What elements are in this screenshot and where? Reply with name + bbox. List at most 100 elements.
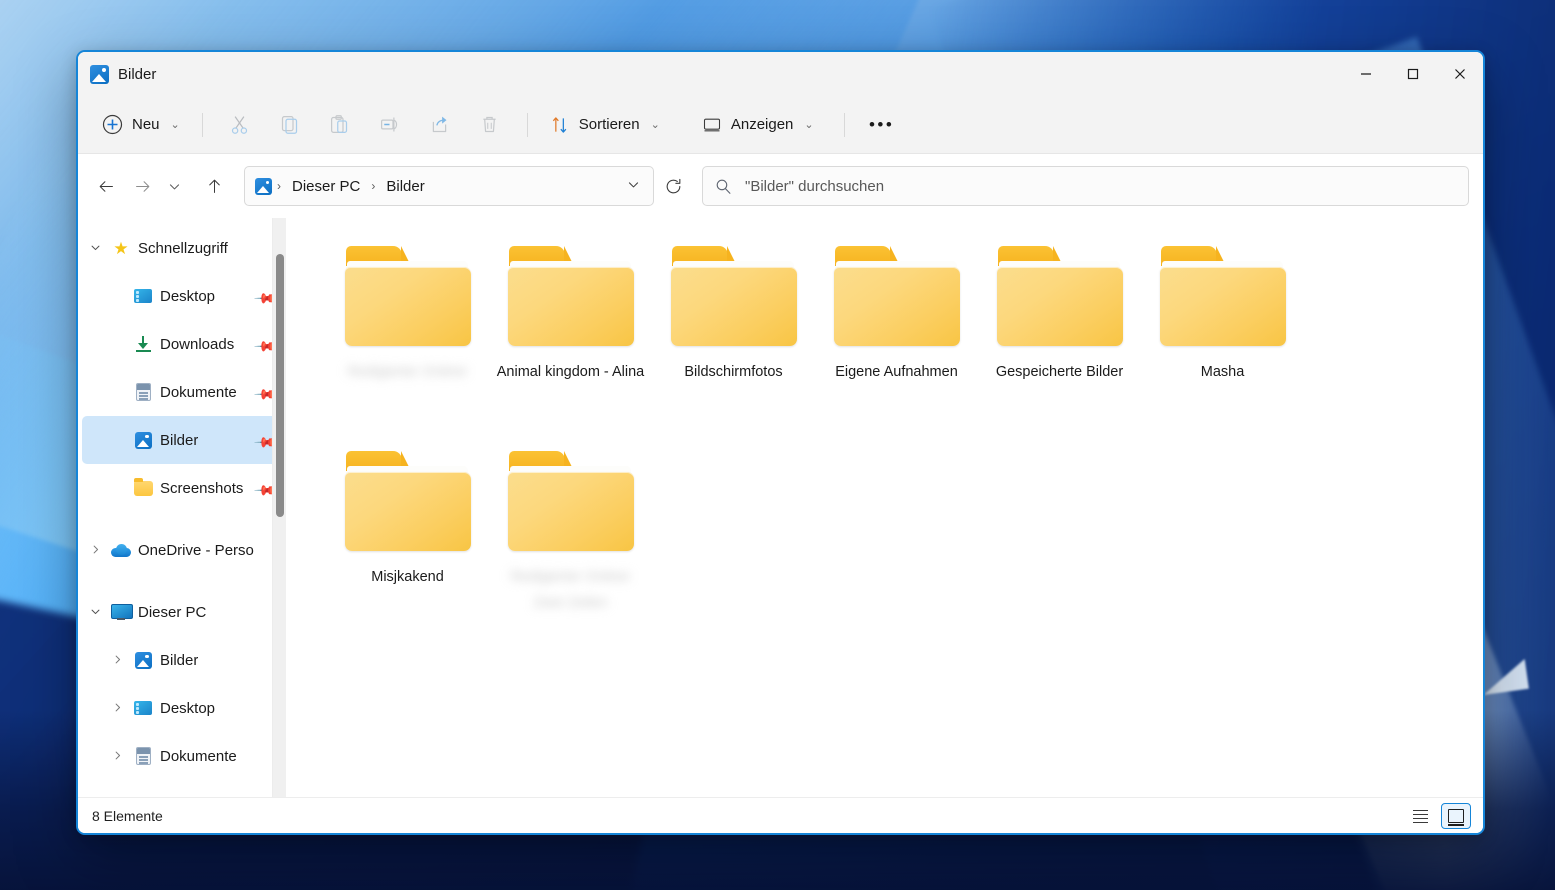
wallpaper-sail-shape bbox=[1479, 658, 1529, 696]
delete-button[interactable] bbox=[468, 107, 512, 143]
chevron-down-icon[interactable] bbox=[82, 606, 108, 619]
sort-button[interactable]: Sortieren ⌄ bbox=[540, 107, 670, 143]
status-bar: 8 Elemente bbox=[78, 797, 1483, 833]
forward-button[interactable] bbox=[124, 168, 160, 204]
folder-icon bbox=[507, 451, 635, 551]
download-icon bbox=[130, 336, 156, 352]
folder-item[interactable]: Masha bbox=[1141, 232, 1304, 437]
sidebar-item-downloads[interactable]: › Downloads 📌 bbox=[82, 320, 280, 368]
title-bar: Bilder bbox=[78, 52, 1483, 96]
window-controls bbox=[1342, 52, 1483, 96]
document-icon bbox=[130, 747, 156, 765]
cut-button[interactable] bbox=[218, 107, 262, 143]
spacer: › bbox=[104, 338, 130, 350]
up-button[interactable] bbox=[196, 168, 232, 204]
sidebar-item-dieser-pc[interactable]: Dieser PC bbox=[82, 588, 280, 636]
folder-item[interactable]: Redigierter Ordner Zwei Zeilen bbox=[489, 437, 652, 642]
arrow-right-icon bbox=[135, 180, 149, 192]
sidebar-item-label: Downloads bbox=[160, 335, 235, 353]
folder-icon bbox=[833, 246, 961, 346]
chevron-down-icon: ⌄ bbox=[650, 119, 660, 131]
folder-item[interactable]: Misjkakend bbox=[326, 437, 489, 642]
sidebar-item-onedrive[interactable]: OneDrive - Perso bbox=[82, 526, 280, 574]
onedrive-cloud-icon bbox=[108, 543, 134, 557]
sidebar-item-label: Desktop bbox=[160, 699, 216, 717]
maximize-button[interactable] bbox=[1389, 52, 1436, 96]
desktop-icon bbox=[130, 701, 156, 715]
share-button[interactable] bbox=[418, 107, 462, 143]
document-icon bbox=[130, 383, 156, 401]
address-bar[interactable]: › Dieser PC › Bilder bbox=[244, 166, 654, 206]
sidebar-item-pc-bilder[interactable]: Bilder bbox=[82, 636, 280, 684]
back-button[interactable] bbox=[88, 168, 124, 204]
sidebar-scrollbar[interactable] bbox=[272, 218, 286, 797]
chevron-right-icon[interactable] bbox=[104, 702, 130, 715]
folder-icon bbox=[1159, 246, 1287, 346]
rename-button[interactable] bbox=[368, 107, 412, 143]
folder-item[interactable]: Bildschirmfotos bbox=[652, 232, 815, 437]
folder-grid: Redigierter Ordner Animal kingdom - Alin… bbox=[326, 232, 1465, 642]
breadcrumb-separator: › bbox=[371, 179, 376, 193]
folder-icon bbox=[344, 451, 472, 551]
search-icon bbox=[716, 179, 731, 194]
copy-button[interactable] bbox=[268, 107, 312, 143]
folder-icon bbox=[344, 246, 472, 346]
search-box[interactable]: "Bilder" durchsuchen bbox=[702, 166, 1469, 206]
list-view-icon bbox=[1412, 809, 1428, 822]
folder-item[interactable]: Eigene Aufnahmen bbox=[815, 232, 978, 437]
file-explorer-window: Bilder Neu ⌄ Sortieren ⌄ Anzeigen ⌄ ••• … bbox=[76, 50, 1485, 835]
minimize-button[interactable] bbox=[1342, 52, 1389, 96]
breadcrumb-item-this-pc[interactable]: Dieser PC bbox=[286, 174, 366, 199]
folder-item[interactable]: Gespeicherte Bilder bbox=[978, 232, 1141, 437]
sidebar-item-schnellzugriff[interactable]: ★ Schnellzugriff bbox=[82, 224, 280, 272]
desktop-background: Bilder Neu ⌄ Sortieren ⌄ Anzeigen ⌄ ••• … bbox=[0, 0, 1555, 890]
navigation-sidebar: ★ Schnellzugriff › Desktop 📌 › Downloads… bbox=[78, 218, 286, 797]
sort-arrows-icon bbox=[552, 116, 567, 133]
sidebar-item-label: Bilder bbox=[160, 431, 199, 449]
sidebar-item-screenshots[interactable]: › Screenshots 📌 bbox=[82, 464, 280, 512]
sidebar-item-desktop[interactable]: › Desktop 📌 bbox=[82, 272, 280, 320]
file-list-area[interactable]: Redigierter Ordner Animal kingdom - Alin… bbox=[286, 218, 1483, 797]
close-button[interactable] bbox=[1436, 52, 1483, 96]
spacer: › bbox=[104, 290, 130, 302]
paste-button[interactable] bbox=[318, 107, 362, 143]
refresh-button[interactable] bbox=[656, 169, 690, 203]
large-icons-view-button[interactable] bbox=[1441, 802, 1471, 829]
sidebar-item-bilder[interactable]: › Bilder 📌 bbox=[82, 416, 280, 464]
large-icons-view-icon bbox=[1448, 808, 1464, 826]
desktop-icon bbox=[130, 289, 156, 303]
folder-label: Misjkakend bbox=[371, 569, 444, 585]
sidebar-item-label: Dokumente bbox=[160, 747, 237, 765]
more-dots-icon: ••• bbox=[868, 115, 895, 134]
folder-item[interactable]: Animal kingdom - Alina bbox=[489, 232, 652, 437]
recent-locations-button[interactable] bbox=[160, 168, 188, 204]
sidebar-scrollbar-thumb[interactable] bbox=[276, 254, 284, 517]
folder-item[interactable]: Redigierter Ordner bbox=[326, 232, 489, 437]
window-title: Bilder bbox=[118, 65, 157, 83]
more-options-button[interactable]: ••• bbox=[860, 107, 904, 143]
chevron-right-icon[interactable] bbox=[104, 654, 130, 667]
chevron-down-icon[interactable] bbox=[82, 242, 108, 255]
sidebar-item-pc-desktop[interactable]: Desktop bbox=[82, 684, 280, 732]
chevron-down-icon bbox=[169, 183, 179, 189]
sidebar-item-label: Dokumente bbox=[160, 383, 237, 401]
breadcrumb-item-pictures[interactable]: Bilder bbox=[380, 174, 430, 199]
address-dropdown-button[interactable] bbox=[620, 174, 647, 198]
monitor-icon bbox=[703, 118, 720, 131]
navigation-bar: › Dieser PC › Bilder "Bilder" durchsuche… bbox=[78, 154, 1483, 218]
chevron-right-icon[interactable] bbox=[104, 750, 130, 763]
sidebar-item-dokumente[interactable]: › Dokumente 📌 bbox=[82, 368, 280, 416]
chevron-right-icon[interactable] bbox=[82, 544, 108, 557]
list-view-button[interactable] bbox=[1405, 803, 1435, 829]
delete-icon bbox=[483, 116, 496, 133]
sidebar-item-label: Screenshots bbox=[160, 479, 244, 497]
chevron-down-icon: ⌄ bbox=[170, 119, 180, 131]
folder-label: Redigierter Ordner Zwei Zeilen bbox=[510, 569, 631, 611]
search-input[interactable]: "Bilder" durchsuchen bbox=[745, 178, 884, 195]
new-button[interactable]: Neu ⌄ bbox=[92, 107, 190, 143]
view-button[interactable]: Anzeigen ⌄ bbox=[692, 107, 824, 143]
plus-circle-icon bbox=[102, 114, 123, 135]
sidebar-item-pc-dokumente[interactable]: Dokumente bbox=[82, 732, 280, 780]
